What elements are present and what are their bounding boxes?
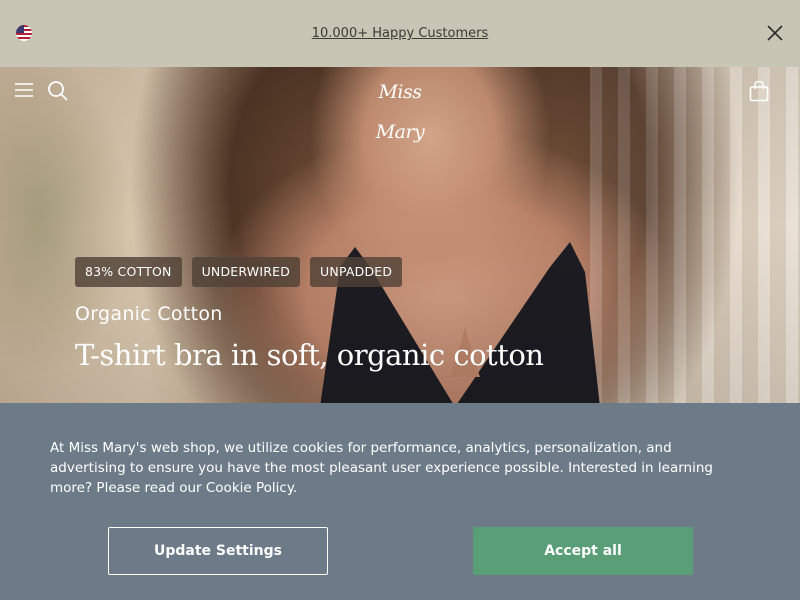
tag-badge: 83% COTTON [75, 257, 182, 287]
us-flag-icon[interactable] [16, 25, 32, 41]
announcement-link[interactable]: 10.000+ Happy Customers [312, 26, 489, 41]
brand-logo[interactable]: Miss Mary [360, 72, 440, 143]
hero-eyebrow: Organic Cotton [75, 303, 223, 325]
tag-badge: UNDERWIRED [191, 257, 301, 287]
hamburger-menu-icon[interactable] [15, 82, 33, 98]
close-icon[interactable] [764, 22, 786, 44]
tag-badge: UNPADDED [310, 257, 403, 287]
cookie-banner: At Miss Mary's web shop, we utilize cook… [0, 403, 800, 600]
cookie-text: At Miss Mary's web shop, we utilize cook… [50, 440, 713, 496]
product-tags: 83% COTTON UNDERWIRED UNPADDED [75, 257, 403, 287]
accept-all-button[interactable]: Accept all [473, 527, 693, 575]
hero-headline: T-shirt bra in soft, organic cotton [75, 338, 544, 372]
search-icon[interactable] [47, 80, 69, 102]
update-settings-button[interactable]: Update Settings [108, 527, 328, 575]
announcement-bar: 10.000+ Happy Customers [0, 0, 800, 67]
shopping-bag-icon[interactable] [749, 80, 769, 102]
